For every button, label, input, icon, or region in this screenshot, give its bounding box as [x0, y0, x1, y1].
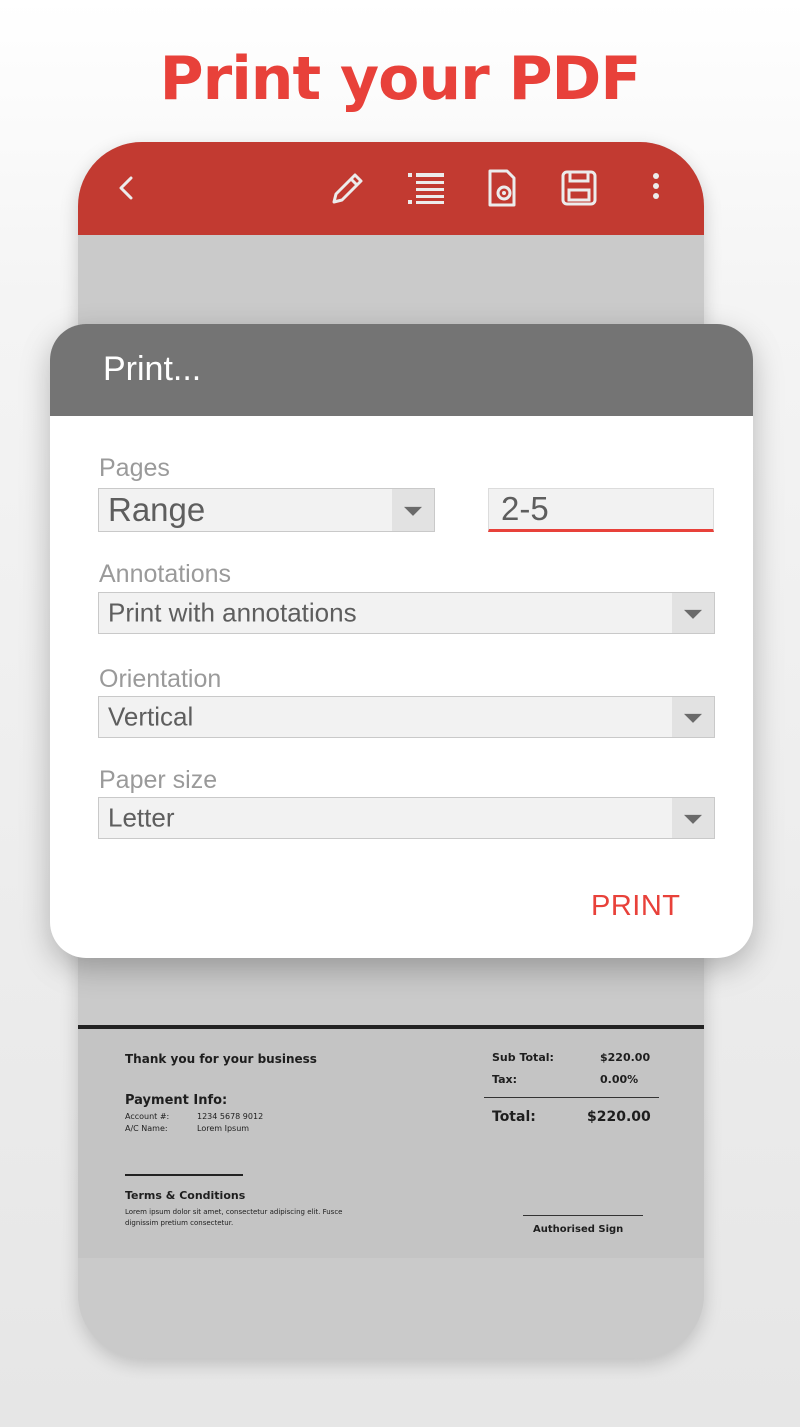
total-value: $220.00 [587, 1109, 651, 1125]
name-label: A/C Name: [125, 1124, 168, 1133]
save-icon[interactable] [557, 166, 601, 210]
sign-label: Authorised Sign [533, 1224, 624, 1235]
tax-label: Tax: [492, 1073, 518, 1086]
annotations-label: Annotations [99, 560, 232, 588]
annotations-select[interactable]: Print with annotations [98, 592, 715, 634]
pencil-icon[interactable] [326, 166, 370, 210]
thanks-text: Thank you for your business [125, 1052, 317, 1066]
total-label: Total: [492, 1109, 536, 1125]
pages-select[interactable]: Range [98, 488, 435, 532]
more-vertical-icon[interactable] [634, 166, 678, 210]
sign-rule [523, 1215, 643, 1216]
print-dialog: Print... Pages Range 2-5 Annotations Pri… [50, 324, 753, 958]
chevron-down-icon [672, 697, 714, 737]
annotations-select-value: Print with annotations [108, 597, 357, 628]
terms-title: Terms & Conditions [125, 1189, 246, 1202]
subtotal-value: $220.00 [600, 1051, 651, 1064]
name-value: Lorem Ipsum [197, 1124, 250, 1133]
headline: Print your PDF [159, 44, 642, 114]
subtotal-label: Sub Total: [492, 1051, 554, 1064]
print-button[interactable]: PRINT [591, 890, 681, 923]
orientation-select-value: Vertical [108, 701, 194, 732]
paper-size-select[interactable]: Letter [98, 797, 715, 839]
dialog-header: Print... [50, 324, 753, 416]
dialog-title: Print... [103, 350, 202, 388]
total-rule [484, 1097, 659, 1098]
tax-value: 0.00% [600, 1073, 639, 1086]
chevron-down-icon [672, 593, 714, 633]
paper-size-label: Paper size [99, 766, 218, 794]
page-range-input[interactable]: 2-5 [488, 488, 714, 532]
orientation-select[interactable]: Vertical [98, 696, 715, 738]
invoice-divider [78, 1025, 704, 1029]
account-label: Account #: [125, 1112, 170, 1121]
back-icon[interactable] [104, 166, 148, 210]
account-value: 1234 5678 9012 [197, 1112, 264, 1121]
file-settings-icon[interactable] [480, 166, 524, 210]
pages-select-value: Range [108, 491, 206, 528]
app-toolbar [78, 142, 704, 235]
orientation-label: Orientation [99, 665, 222, 693]
terms-line-1: Lorem ipsum dolor sit amet, consectetur … [125, 1208, 343, 1216]
terms-line-2: dignissim pretium consectetur. [125, 1219, 234, 1227]
pages-label: Pages [99, 454, 170, 482]
terms-rule [125, 1174, 243, 1176]
list-icon[interactable] [404, 166, 448, 210]
paper-size-select-value: Letter [108, 802, 175, 833]
chevron-down-icon [672, 798, 714, 838]
invoice-footer: Thank you for your business Payment Info… [78, 1025, 704, 1258]
chevron-down-icon [392, 489, 434, 531]
payment-title: Payment Info: [125, 1093, 228, 1108]
